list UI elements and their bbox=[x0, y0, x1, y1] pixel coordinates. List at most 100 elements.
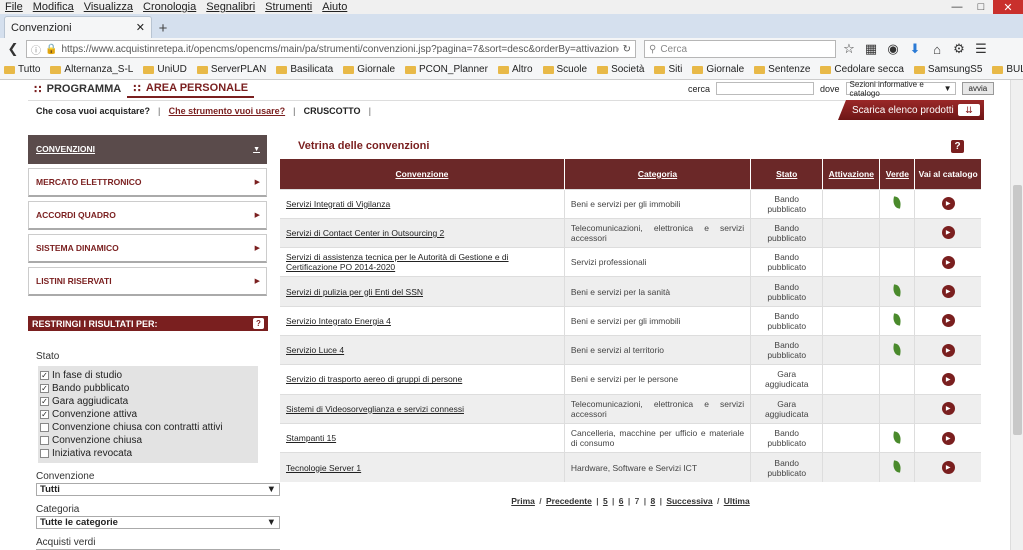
link-cosa-acquistare[interactable]: Che cosa vuoi acquistare? bbox=[28, 106, 158, 116]
nav-area-personale[interactable]: ∷ AREA PERSONALE bbox=[127, 80, 255, 98]
col-verde[interactable]: Verde bbox=[879, 159, 916, 189]
convenzione-link[interactable]: Servizio di trasporto aereo di gruppi di… bbox=[280, 364, 565, 395]
help-icon[interactable]: ? bbox=[253, 318, 264, 329]
col-convenzione[interactable]: Convenzione bbox=[280, 159, 565, 189]
url-bar[interactable]: ⓘ 🔒 https://www.acquistinretepa.it/openc… bbox=[26, 40, 636, 58]
bookmark-item[interactable]: Sentenze bbox=[754, 64, 810, 75]
bookmark-item[interactable]: Giornale bbox=[692, 64, 744, 75]
link-strumento[interactable]: Che strumento vuoi usare? bbox=[161, 106, 294, 116]
pager-page[interactable]: 6 bbox=[619, 496, 624, 506]
menu-segnalibri[interactable]: Segnalibri bbox=[201, 1, 260, 13]
sidebar-item-accordi-quadro[interactable]: ACCORDI QUADRO ▶ bbox=[28, 201, 267, 230]
convenzione-link[interactable]: Stampanti 15 bbox=[280, 422, 565, 453]
info-icon[interactable]: ⓘ bbox=[31, 42, 41, 57]
checkbox[interactable] bbox=[40, 423, 49, 432]
convenzione-link[interactable]: Servizi di assistenza tecnica per le Aut… bbox=[280, 247, 565, 277]
bookmark-item[interactable]: Basilicata bbox=[276, 64, 333, 75]
reading-list-icon[interactable]: ▦ bbox=[862, 40, 880, 58]
checkbox[interactable] bbox=[40, 449, 49, 458]
scrollbar-thumb[interactable] bbox=[1013, 185, 1022, 435]
maximize-icon[interactable]: □ bbox=[969, 0, 993, 14]
search-input[interactable]: ⚲ Cerca bbox=[644, 40, 836, 58]
link-cruscotto[interactable]: CRUSCOTTO bbox=[296, 106, 369, 116]
checkbox[interactable]: ✓ bbox=[40, 397, 49, 406]
col-stato[interactable]: Stato bbox=[750, 159, 824, 189]
bookmark-item[interactable]: UniUD bbox=[143, 64, 187, 75]
pager-page[interactable]: 5 bbox=[603, 496, 608, 506]
convenzione-link[interactable]: Tecnologie Server 1 bbox=[280, 452, 565, 482]
pager-precedente[interactable]: Precedente bbox=[546, 496, 592, 506]
convenzione-link[interactable]: Servizio Integrato Energia 4 bbox=[280, 305, 565, 336]
reload-icon[interactable]: ↻ bbox=[623, 44, 631, 55]
avvia-button[interactable]: avvia bbox=[961, 82, 995, 95]
convenzione-link[interactable]: Sistemi di Videosorveglianza e servizi c… bbox=[280, 393, 565, 424]
back-icon[interactable]: ❮ bbox=[4, 40, 22, 58]
menu-strumenti[interactable]: Strumenti bbox=[260, 1, 317, 13]
home-icon[interactable]: ⌂ bbox=[928, 40, 946, 58]
pager-prima[interactable]: Prima bbox=[511, 496, 535, 506]
bookmark-item[interactable]: Giornale bbox=[343, 64, 395, 75]
url-text[interactable]: https://www.acquistinretepa.it/opencms/o… bbox=[61, 44, 618, 55]
sidebar-item-convenzioni[interactable]: CONVENZIONI ▼ bbox=[28, 135, 267, 164]
scrollbar[interactable] bbox=[1010, 80, 1023, 550]
extension-icon[interactable]: ⚙ bbox=[950, 40, 968, 58]
play-icon[interactable]: ▶ bbox=[941, 461, 955, 475]
nav-programma[interactable]: ∷ PROGRAMMA bbox=[28, 80, 127, 98]
play-icon[interactable]: ▶ bbox=[941, 226, 955, 240]
play-icon[interactable]: ▶ bbox=[941, 343, 955, 357]
bookmark-item[interactable]: PCON_Planner bbox=[405, 64, 488, 75]
scarica-elenco-button[interactable]: Scarica elenco prodotti ⇊ bbox=[838, 100, 984, 120]
col-categoria[interactable]: Categoria bbox=[564, 159, 752, 189]
convenzione-link[interactable]: Servizio Luce 4 bbox=[280, 334, 565, 365]
bookmark-item[interactable]: BULATS bbox=[992, 64, 1023, 75]
minimize-icon[interactable]: — bbox=[945, 0, 969, 14]
bookmark-item[interactable]: ServerPLAN bbox=[196, 64, 266, 75]
bookmark-item[interactable]: Società bbox=[597, 64, 644, 75]
convenzione-link[interactable]: Servizi di Contact Center in Outsourcing… bbox=[280, 217, 565, 248]
pager-successiva[interactable]: Successiva bbox=[666, 496, 712, 506]
close-tab-icon[interactable]: ✕ bbox=[136, 21, 145, 34]
bookmark-item[interactable]: Tutto bbox=[4, 64, 40, 75]
menu-file[interactable]: File bbox=[0, 1, 28, 13]
bookmark-item[interactable]: Altro bbox=[497, 64, 533, 75]
convenzione-link[interactable]: Servizi di pulizia per gli Enti del SSN bbox=[280, 276, 565, 307]
menu-modifica[interactable]: Modifica bbox=[28, 1, 79, 13]
menu-visualizza[interactable]: Visualizza bbox=[79, 1, 138, 13]
menu-cronologia[interactable]: Cronologia bbox=[138, 1, 201, 13]
bookmark-item[interactable]: SamsungS5 bbox=[913, 64, 982, 75]
categoria-select[interactable]: Tutte le categorie ▼ bbox=[36, 516, 280, 529]
cerca-input[interactable] bbox=[716, 82, 815, 95]
menu-icon[interactable]: ☰ bbox=[972, 40, 990, 58]
convenzione-link[interactable]: Servizi Integrati di Vigilanza bbox=[280, 188, 565, 219]
help-icon[interactable]: ? bbox=[951, 139, 964, 153]
browser-tab[interactable]: Convenzioni ✕ bbox=[4, 16, 152, 38]
sidebar-item-sistema-dinamico[interactable]: SISTEMA DINAMICO ▶ bbox=[28, 234, 267, 263]
col-attivazione[interactable]: Attivazione bbox=[822, 159, 881, 189]
play-icon[interactable]: ▶ bbox=[941, 255, 955, 269]
play-icon[interactable]: ▶ bbox=[941, 197, 955, 211]
bookmark-item[interactable]: Cedolare secca bbox=[820, 64, 904, 75]
checkbox[interactable] bbox=[40, 436, 49, 445]
checkbox[interactable]: ✓ bbox=[40, 410, 49, 419]
sidebar-item-listini-riservati[interactable]: LISTINI RISERVATI ▶ bbox=[28, 267, 267, 296]
dove-select[interactable]: Sezioni informative e catalogo ▼ bbox=[845, 80, 956, 98]
pager-page[interactable]: 8 bbox=[650, 496, 655, 506]
bookmark-item[interactable]: Scuole bbox=[542, 64, 587, 75]
checkbox[interactable]: ✓ bbox=[40, 371, 49, 380]
play-icon[interactable]: ▶ bbox=[941, 314, 955, 328]
play-icon[interactable]: ▶ bbox=[941, 431, 955, 445]
close-window-icon[interactable]: ✕ bbox=[993, 0, 1023, 14]
bookmark-star-icon[interactable]: ☆ bbox=[840, 40, 858, 58]
play-icon[interactable]: ▶ bbox=[941, 402, 955, 416]
menu-aiuto[interactable]: Aiuto bbox=[317, 1, 352, 13]
download-icon[interactable]: ⬇ bbox=[906, 40, 924, 58]
checkbox[interactable]: ✓ bbox=[40, 384, 49, 393]
play-icon[interactable]: ▶ bbox=[941, 285, 955, 299]
pager-ultima[interactable]: Ultima bbox=[724, 496, 750, 506]
play-icon[interactable]: ▶ bbox=[941, 372, 955, 386]
bookmark-item[interactable]: Siti bbox=[654, 64, 682, 75]
pocket-icon[interactable]: ◉ bbox=[884, 40, 902, 58]
convenzione-select[interactable]: Tutti ▼ bbox=[36, 483, 280, 496]
bookmark-item[interactable]: Alternanza_S-L bbox=[50, 64, 133, 75]
sidebar-item-mercato-elettronico[interactable]: MERCATO ELETTRONICO ▶ bbox=[28, 168, 267, 197]
